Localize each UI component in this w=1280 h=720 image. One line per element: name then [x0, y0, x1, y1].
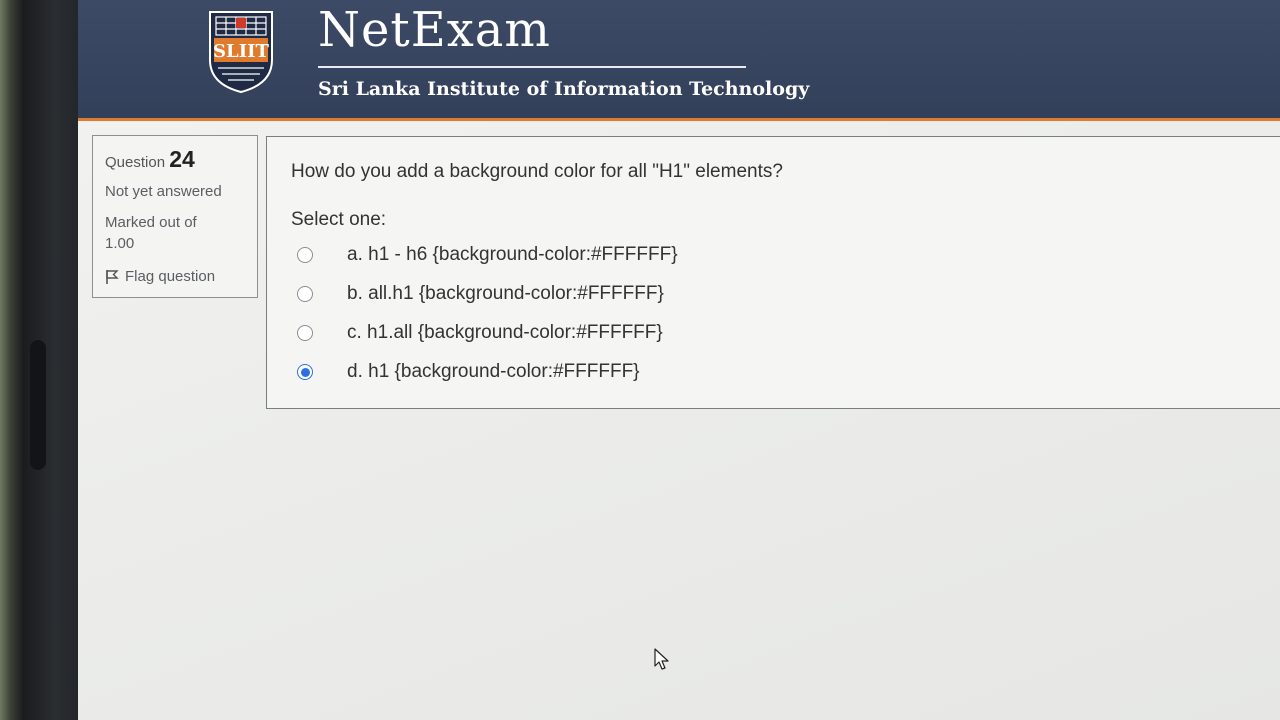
site-subtitle: Sri Lanka Institute of Information Techn… [318, 78, 810, 100]
mouse-cursor-icon [654, 648, 669, 670]
title-divider [318, 66, 746, 68]
site-title: NetExam [318, 2, 551, 58]
site-header: SLIIT NetExam Sri Lanka Institute of Inf… [78, 0, 1280, 121]
option-label-d: d. h1 {background-color:#FFFFFF} [347, 361, 640, 382]
answer-option-c[interactable]: c. h1.all {background-color:#FFFFFF} [297, 320, 663, 346]
answer-option-d[interactable]: d. h1 {background-color:#FFFFFF} [297, 359, 640, 385]
option-label-a: a. h1 - h6 {background-color:#FFFFFF} [347, 244, 678, 265]
option-label-c: c. h1.all {background-color:#FFFFFF} [347, 322, 663, 343]
laptop-bezel [0, 0, 78, 720]
svg-text:SLIIT: SLIIT [213, 41, 269, 62]
screen: SLIIT NetExam Sri Lanka Institute of Inf… [78, 0, 1280, 720]
marks-info: Marked out of 1.00 [105, 212, 257, 254]
question-info-panel: Question 24 Not yet answered Marked out … [92, 135, 258, 298]
sliit-logo: SLIIT [209, 11, 273, 94]
radio-button-d[interactable] [297, 364, 313, 380]
bezel-notch [30, 340, 46, 470]
flag-icon [106, 269, 119, 284]
answer-option-a[interactable]: a. h1 - h6 {background-color:#FFFFFF} [297, 242, 678, 268]
question-number-line: Question 24 [105, 146, 257, 173]
marks-label: Marked out of [105, 214, 197, 231]
radio-button-a[interactable] [297, 247, 313, 263]
radio-button-c[interactable] [297, 325, 313, 341]
question-text: How do you add a background color for al… [291, 161, 783, 182]
option-label-b: b. all.h1 {background-color:#FFFFFF} [347, 283, 664, 304]
flag-question-label: Flag question [125, 268, 216, 285]
select-one-prompt: Select one: [291, 209, 387, 230]
question-number: 24 [169, 146, 195, 172]
marks-value: 1.00 [105, 235, 135, 252]
question-label: Question [105, 154, 166, 171]
radio-button-b[interactable] [297, 286, 313, 302]
question-content: How do you add a background color for al… [266, 136, 1280, 409]
answer-option-b[interactable]: b. all.h1 {background-color:#FFFFFF} [297, 281, 664, 307]
question-state: Not yet answered [105, 183, 222, 200]
flag-question-link[interactable]: Flag question [105, 268, 257, 285]
